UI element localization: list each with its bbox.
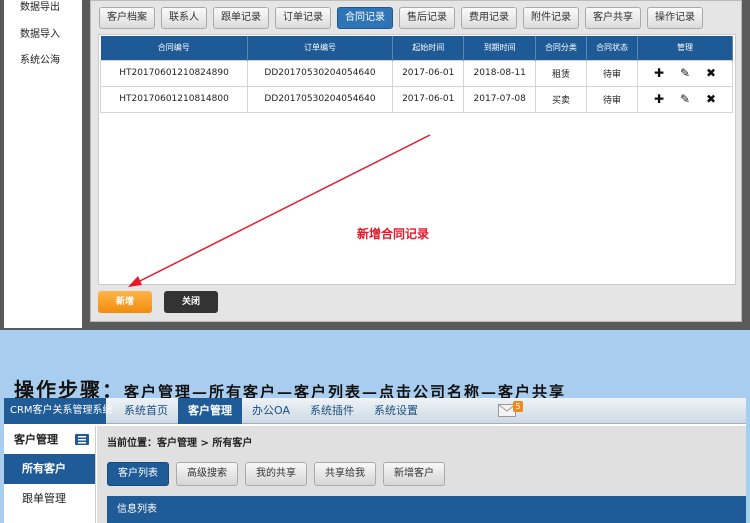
record-tabs: 客户档案 联系人 跟单记录 订单记录 合同记录 售后记录 费用记录 附件记录 客… <box>99 7 703 29</box>
sidebar-item-export[interactable]: 数据导出 <box>4 0 82 26</box>
top-screenshot: 数据导出 数据导入 系统公海 客户档案 联系人 跟单记录 订单记录 合同记录 售… <box>0 0 750 330</box>
tab-followup-records[interactable]: 跟单记录 <box>213 7 269 29</box>
tab-order-records[interactable]: 订单记录 <box>275 7 331 29</box>
sidebar-item-import[interactable]: 数据导入 <box>4 26 82 52</box>
brand-logo: CRM客户关系管理系统 <box>4 398 113 424</box>
menu-item-customer-management[interactable]: 客户管理 <box>178 398 242 424</box>
contract-table: 合同编号 订单编号 起始时间 到期时间 合同分类 合同状态 管理 HT20170… <box>99 36 733 113</box>
row-actions: ✚ ✎ ✖ <box>637 59 733 87</box>
edit-icon[interactable]: ✎ <box>679 92 691 106</box>
tab-expense-records[interactable]: 费用记录 <box>461 7 517 29</box>
table-row[interactable]: HT20170601210824890 DD20170530204054640 … <box>99 59 733 87</box>
crm-main-area: 当前位置：客户管理 > 所有客户 客户列表 高级搜索 我的共享 共享给我 新增客… <box>97 426 746 523</box>
table-row[interactable]: HT20170601210814800 DD20170530204054640 … <box>99 85 733 113</box>
column-header: 起始时间 <box>392 36 465 60</box>
crm-sidebar: 客户管理 所有客户 跟单管理 <box>4 426 96 523</box>
customer-detail-dialog: 客户档案 联系人 跟单记录 订单记录 合同记录 售后记录 费用记录 附件记录 客… <box>90 0 742 322</box>
contract-list-panel: 合同编号 订单编号 起始时间 到期时间 合同分类 合同状态 管理 HT20170… <box>98 34 736 285</box>
contract-number-cell: HT20170601210814800 <box>99 85 249 113</box>
my-shares-button[interactable]: 我的共享 <box>245 462 307 486</box>
column-header: 合同状态 <box>586 36 639 60</box>
contract-status-cell: 待审 <box>585 59 639 87</box>
contract-type-cell: 租赁 <box>534 59 587 87</box>
row-actions: ✚ ✎ ✖ <box>637 85 733 113</box>
column-header: 管理 <box>637 36 733 60</box>
tab-customer-sharing[interactable]: 客户共享 <box>585 7 641 29</box>
advanced-search-button[interactable]: 高级搜索 <box>176 462 238 486</box>
delete-icon[interactable]: ✖ <box>705 66 717 80</box>
close-button[interactable]: 关闭 <box>164 291 218 313</box>
add-icon[interactable]: ✚ <box>653 66 665 80</box>
tab-attachment-records[interactable]: 附件记录 <box>523 7 579 29</box>
contract-number-cell: HT20170601210824890 <box>99 59 249 87</box>
end-date-cell: 2018-08-11 <box>463 59 536 87</box>
menu-item-home[interactable]: 系统首页 <box>114 398 178 424</box>
menu-item-settings[interactable]: 系统设置 <box>364 398 428 424</box>
menu-item-office-oa[interactable]: 办公OA <box>242 398 300 424</box>
tab-contacts[interactable]: 联系人 <box>161 7 207 29</box>
menu-item-plugins[interactable]: 系统插件 <box>300 398 364 424</box>
info-list-header: 信息列表 <box>107 496 746 523</box>
mail-count-badge: 5 <box>513 401 523 412</box>
add-icon[interactable]: ✚ <box>653 92 665 106</box>
order-number-cell: DD20170530204054640 <box>247 59 393 87</box>
top-navbar: CRM客户关系管理系统 系统首页 客户管理 办公OA 系统插件 系统设置 5 <box>4 398 746 424</box>
column-header: 到期时间 <box>463 36 536 60</box>
add-customer-button[interactable]: 新增客户 <box>383 462 445 486</box>
order-number-cell: DD20170530204054640 <box>247 85 393 113</box>
sidebar-section-title: 客户管理 <box>4 426 95 454</box>
dialog-footer: 新增 关闭 <box>98 291 218 313</box>
sidebar-item-followup[interactable]: 跟单管理 <box>4 484 95 514</box>
contract-status-cell: 待审 <box>585 85 639 113</box>
end-date-cell: 2017-07-08 <box>463 85 536 113</box>
column-header: 合同编号 <box>100 36 249 60</box>
tab-contract-records[interactable]: 合同记录 <box>337 7 393 29</box>
tab-operation-records[interactable]: 操作记录 <box>647 7 703 29</box>
customer-list-button[interactable]: 客户列表 <box>107 462 169 486</box>
table-header-row: 合同编号 订单编号 起始时间 到期时间 合同分类 合同状态 管理 <box>100 36 733 60</box>
sidebar-title-label: 客户管理 <box>14 433 58 446</box>
tab-customer-profile[interactable]: 客户档案 <box>99 7 155 29</box>
start-date-cell: 2017-06-01 <box>391 59 465 87</box>
left-sidebar: 数据导出 数据导入 系统公海 <box>4 0 82 328</box>
list-icon[interactable] <box>75 434 89 445</box>
sidebar-item-public-pool[interactable]: 系统公海 <box>4 52 82 78</box>
breadcrumb: 当前位置：客户管理 > 所有客户 <box>107 438 253 449</box>
new-button[interactable]: 新增 <box>98 291 152 313</box>
start-date-cell: 2017-06-01 <box>391 85 465 113</box>
bottom-screenshot: CRM客户关系管理系统 系统首页 客户管理 办公OA 系统插件 系统设置 5 客… <box>4 398 746 523</box>
annotation-label: 新增合同记录 <box>357 227 430 241</box>
delete-icon[interactable]: ✖ <box>705 92 717 106</box>
main-menu: 系统首页 客户管理 办公OA 系统插件 系统设置 <box>114 398 428 424</box>
column-header: 合同分类 <box>535 36 587 60</box>
shared-with-me-button[interactable]: 共享给我 <box>314 462 376 486</box>
contract-type-cell: 买卖 <box>534 85 587 113</box>
edit-icon[interactable]: ✎ <box>679 66 691 80</box>
column-header: 订单编号 <box>247 36 393 60</box>
tab-aftersales-records[interactable]: 售后记录 <box>399 7 455 29</box>
action-toolbar: 客户列表 高级搜索 我的共享 共享给我 新增客户 <box>107 462 445 486</box>
sidebar-item-all-customers[interactable]: 所有客户 <box>4 454 95 484</box>
